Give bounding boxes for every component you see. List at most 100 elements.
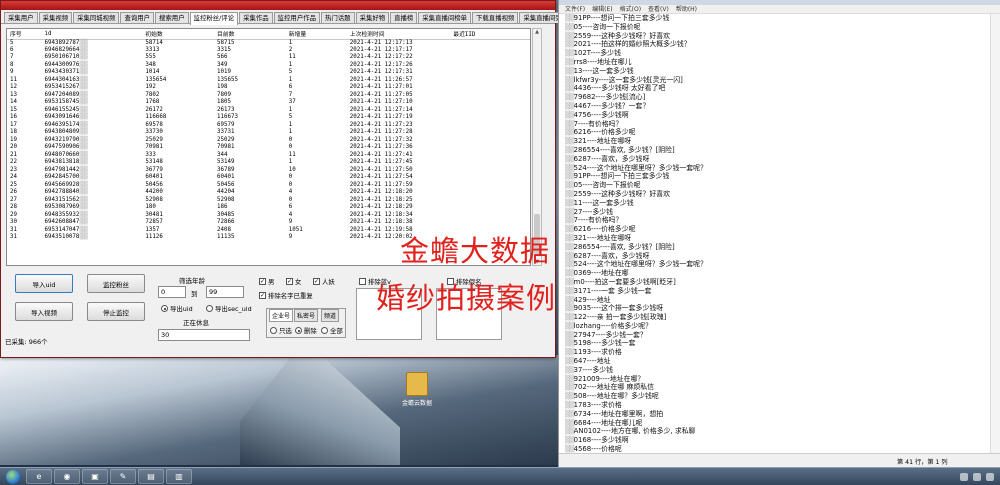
column-header[interactable]: 最近IID — [450, 29, 530, 40]
table-row[interactable]: 22 6943813818▒▒▒ 53148 53149 1 2021-4-21 11:2… — [7, 159, 530, 167]
monitor-fans-button[interactable]: 监控粉丝 — [87, 274, 145, 293]
age-from-input[interactable]: 0 — [158, 286, 186, 298]
table-row[interactable]: 30 6942608847▒▒▒ 72857 72866 9 2021-4-21 12:1… — [7, 219, 530, 227]
exclude-watched-label: 排除名字已重复 — [268, 292, 313, 300]
table-row[interactable]: 21 6948070660▒▒▒ 333 344 11 2021-4-21 11:27:4… — [7, 152, 530, 160]
comment-line: ▒▒3171----一套 多少钱一套 — [565, 287, 989, 296]
checkbox-box: ✓ — [286, 278, 293, 285]
tab-7[interactable]: 监控用户作品 — [273, 12, 320, 23]
table-row[interactable]: 19 6943219790▒▒▒ 25029 25029 0 2021-4-21 11:2… — [7, 137, 530, 145]
taskbar-app-5-icon[interactable]: ▤ — [138, 469, 164, 484]
notepad-scrollbar[interactable] — [990, 14, 1000, 453]
resting-input[interactable]: 30 — [158, 329, 250, 341]
radio-all[interactable]: 全部 — [321, 326, 343, 335]
column-header[interactable]: 目前数 — [214, 29, 286, 40]
table-row[interactable]: 7 6950106710▒▒▒ 555 566 11 2021-4-21 12:17:22 — [7, 54, 530, 62]
notepad-menu-item[interactable]: 查看(V) — [648, 5, 669, 13]
comment-text: ----地方在哪, 价格多少, 求私聊 — [601, 427, 696, 436]
column-header[interactable]: 新增量 — [285, 29, 347, 40]
tab-8[interactable]: 热门话题 — [321, 12, 355, 23]
table-row[interactable]: 8 6944300976▒▒▒ 348 349 1 2021-4-21 12:17:26 — [7, 62, 530, 70]
tab-0[interactable]: 采集用户 — [4, 12, 38, 23]
table-cell: 333 — [145, 151, 156, 158]
column-header[interactable]: 初始数 — [142, 29, 215, 40]
taskbar-app-1-icon[interactable]: e — [26, 469, 52, 484]
tab-1[interactable]: 采集视频 — [38, 12, 73, 23]
export-uid-radio[interactable]: 导出uid — [161, 304, 193, 313]
column-header[interactable]: 序号 — [7, 29, 42, 40]
table-row[interactable]: 16 6943091646▒▒▒ 116668 116673 5 2021-4-21 11… — [7, 114, 530, 122]
stop-monitor-button[interactable]: 停止监控 — [87, 302, 145, 321]
notepad-menu-item[interactable]: 帮助(H) — [676, 5, 697, 13]
table-cell-id: 6953158745 — [44, 99, 80, 106]
radio-only[interactable]: 只选 — [270, 326, 292, 335]
table-row[interactable]: 20 6947590906▒▒▒ 70981 70981 0 2021-4-21 11:2… — [7, 144, 530, 152]
table-row[interactable]: 13 6947204089▒▒▒ 7802 7809 7 2021-4-21 11:27:… — [7, 92, 530, 100]
desktop-folder-icon[interactable]: 金蟾云数据 — [398, 372, 436, 407]
redacted-mark: ▒▒▒ — [79, 204, 88, 211]
person-checkbox[interactable]: ✓ 人妖 — [313, 277, 335, 286]
taskbar-app-2-icon[interactable]: ◉ — [54, 469, 80, 484]
table-cell: 1 — [288, 121, 293, 128]
network-icon[interactable] — [960, 472, 968, 481]
notepad-menu-item[interactable]: 文件(F) — [565, 5, 585, 13]
ime-icon[interactable] — [986, 472, 994, 481]
tab-9[interactable]: 采集好物 — [355, 12, 390, 23]
tab-3[interactable]: 查询用户 — [120, 12, 155, 23]
notepad-menu-item[interactable]: 编辑(E) — [592, 5, 612, 13]
notepad-text-area[interactable]: ▒▒91PP----想问一下拍三套多少钱 ▒▒05----咨询一下报价呢 ▒▒255… — [559, 14, 989, 453]
table-row[interactable]: 29 6948355932▒▒▒ 30481 30485 4 2021-4-21 12:1… — [7, 212, 530, 220]
exclude-watched-checkbox[interactable]: ✓ 排除名字已重复 — [259, 291, 313, 300]
table-row[interactable]: 25 6945669928▒▒▒ 50456 50456 0 2021-4-21 11:2… — [7, 182, 530, 190]
table-row[interactable]: 14 6953158745▒▒▒ 1768 1805 37 2021-4-21 11:27… — [7, 99, 530, 107]
tab-11[interactable]: 采集直播间榜单 — [418, 12, 472, 23]
tab-12[interactable]: 下载直播视频 — [472, 12, 519, 23]
table-row[interactable]: 5 6943892787▒▒▒ 58714 58715 1 2021-4-21 12:17… — [7, 39, 530, 47]
import-video-button[interactable]: 导入视频 — [15, 302, 73, 321]
tab-10[interactable]: 直播榜 — [390, 12, 418, 23]
table-row[interactable]: 24 6942845700▒▒▒ 60401 60401 0 2021-4-21 11:2… — [7, 174, 530, 182]
table-row[interactable]: 15 6946155245▒▒▒ 26172 26173 1 2021-4-21 11:2… — [7, 107, 530, 115]
male-checkbox[interactable]: ✓ 男 — [259, 277, 274, 286]
start-button-icon[interactable] — [6, 469, 20, 484]
app-title-bar[interactable] — [1, 1, 555, 10]
taskbar-app-4-icon[interactable]: ✎ — [110, 469, 136, 484]
export-sec-uid-radio[interactable]: 导出sec_uid — [206, 304, 252, 313]
column-header[interactable]: id — [41, 29, 143, 40]
import-uid-button[interactable]: 导入uid — [15, 274, 73, 293]
table-row[interactable]: 18 6943804809▒▒▒ 33730 33731 1 2021-4-21 11:2… — [7, 129, 530, 137]
table-row[interactable]: 23 6947981442▒▒▒ 36779 36789 10 2021-4-21 11:… — [7, 167, 530, 175]
taskbar-app-3-icon[interactable]: ▣ — [82, 469, 108, 484]
tab-6[interactable]: 采集作品 — [239, 12, 273, 23]
tab-channel[interactable]: 频道 — [321, 309, 340, 322]
table-row[interactable]: 12 6953415267▒▒▒ 192 198 6 2021-4-21 11:27:01 — [7, 84, 530, 92]
tab-5[interactable]: 监控粉丝/评论 — [189, 12, 239, 25]
redacted-mark: ▒▒ — [565, 101, 575, 110]
volume-icon[interactable] — [973, 472, 981, 481]
tab-private[interactable]: 私密号 — [294, 309, 319, 322]
tab-enterprise[interactable]: 企业号 — [269, 309, 294, 322]
table-row[interactable]: 26 6942788840▒▒▒ 44200 44204 4 2021-4-21 12:1… — [7, 189, 530, 197]
scroll-up-icon[interactable]: ▲ — [534, 29, 540, 35]
notepad-menu-item[interactable]: 格式(O) — [620, 5, 641, 13]
radio-delete[interactable]: 删除 — [295, 326, 317, 335]
female-checkbox[interactable]: ✓ 女 — [286, 277, 301, 286]
table-row[interactable]: 28 6953087969▒▒▒ 180 186 6 2021-4-21 12:18:29 — [7, 204, 530, 212]
age-to-input[interactable]: 99 — [206, 286, 244, 298]
tab-2[interactable]: 采集同城视频 — [73, 12, 120, 23]
table-cell: 1019 — [217, 69, 232, 76]
taskbar-app-6-icon[interactable]: ▥ — [166, 469, 192, 484]
comment-user: 2021 — [573, 40, 592, 49]
comment-user: 2559 — [573, 189, 592, 198]
tab-4[interactable]: 搜索用户 — [155, 12, 189, 23]
table-row[interactable]: 11 6944304163▒▒▒ 135654 135655 1 2021-4-21 11… — [7, 77, 530, 85]
comment-text: ----喜欢, 多少钱？[阴险] — [599, 242, 675, 251]
table-row[interactable]: 6 6946829664▒▒▒ 3313 3315 2 2021-4-21 12:17:1… — [7, 47, 530, 55]
table-row[interactable]: 17 6946395174▒▒▒ 69578 69579 1 2021-4-21 11:2… — [7, 122, 530, 130]
table-row[interactable]: 27 6943151562▒▒▒ 52908 52908 0 2021-4-21 12:1… — [7, 197, 530, 205]
redacted-mark: ▒▒ — [565, 409, 575, 418]
table-row[interactable]: 9 6943430371▒▒▒ 1014 1019 5 2021-4-21 12:17:3… — [7, 69, 530, 77]
column-header[interactable]: 上次检测时间 — [346, 29, 451, 40]
table-cell: 6950106710▒▒▒ — [42, 54, 143, 62]
table-cell: 30 — [10, 219, 17, 226]
